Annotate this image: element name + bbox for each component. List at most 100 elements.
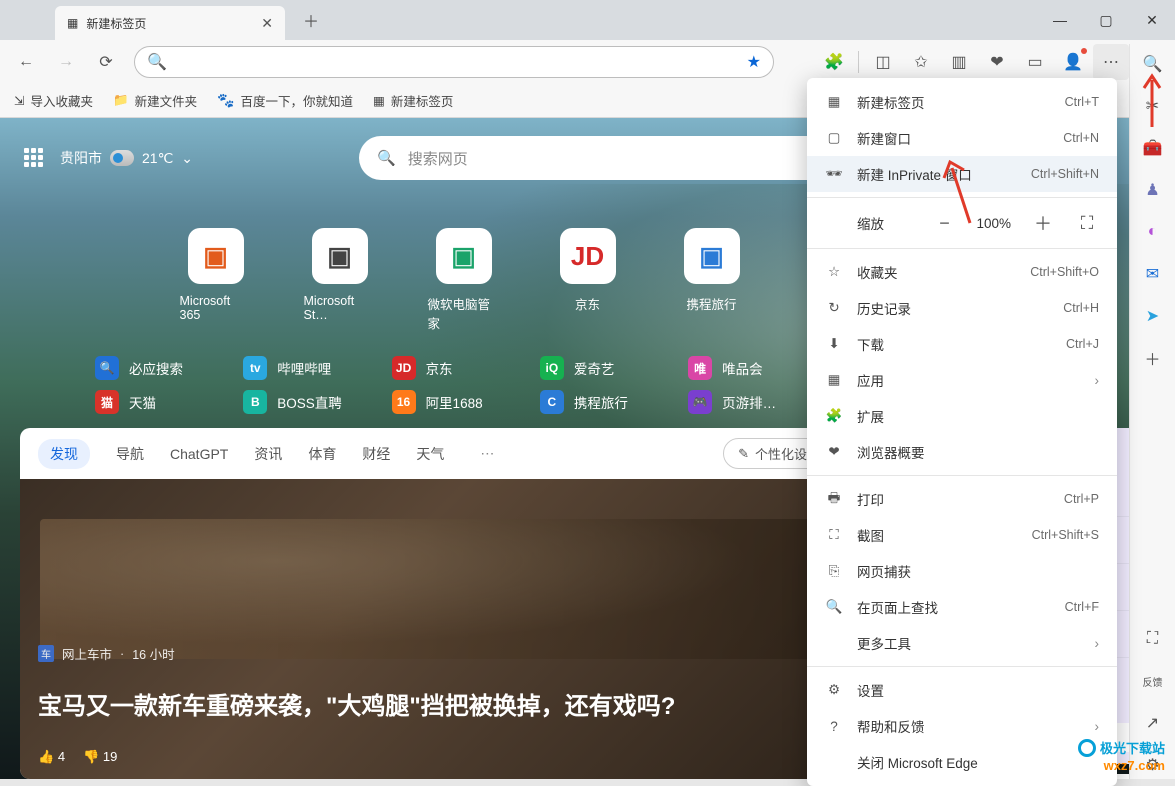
- menu-apps[interactable]: ▦应用›: [807, 362, 1117, 398]
- sidebar-telegram-icon[interactable]: ➤: [1139, 302, 1167, 330]
- refresh-button[interactable]: ⟳: [88, 44, 124, 80]
- newtab-icon: ▦: [825, 94, 843, 110]
- quick-link[interactable]: C携程旅行: [540, 390, 670, 414]
- bookmark-newtab[interactable]: ▦新建标签页: [373, 91, 453, 110]
- favorite-star-icon[interactable]: ★: [747, 52, 761, 72]
- dislike-button[interactable]: 👎 19: [83, 749, 117, 765]
- link-icon: B: [243, 390, 267, 414]
- import-favorites-button[interactable]: ⇲导入收藏夹: [14, 91, 93, 110]
- maximize-button[interactable]: ▢: [1083, 0, 1129, 40]
- fullscreen-button[interactable]: ⛶: [1075, 213, 1099, 234]
- article-time: 16 小时: [132, 644, 174, 663]
- address-bar[interactable]: 🔍 ★: [134, 46, 774, 78]
- menu-favorites[interactable]: ☆收藏夹Ctrl+Shift+O: [807, 254, 1117, 290]
- feed-tab[interactable]: 导航: [116, 444, 144, 464]
- menu-new-window[interactable]: ▢新建窗口Ctrl+N: [807, 120, 1117, 156]
- quick-link[interactable]: 🎮页游排…: [688, 390, 818, 414]
- weather-icon: [110, 150, 134, 166]
- source-icon: 车: [38, 645, 54, 662]
- collections-icon[interactable]: ▥: [941, 44, 977, 80]
- link-label: 唯品会: [722, 358, 763, 378]
- tile-icon: JD: [560, 228, 616, 284]
- menu-new-tab[interactable]: ▦新建标签页Ctrl+T: [807, 84, 1117, 120]
- annotation-arrow: [940, 158, 980, 228]
- sidebar-feedback-icon[interactable]: 反馈: [1139, 667, 1167, 695]
- feed-tab[interactable]: 体育: [308, 444, 336, 464]
- quick-tile[interactable]: ▣微软电脑管家: [428, 228, 500, 332]
- quick-link[interactable]: tv哔哩哔哩: [243, 356, 373, 380]
- zoom-in-button[interactable]: ＋: [1031, 210, 1055, 236]
- menu-browser-essentials[interactable]: ❤浏览器概要: [807, 434, 1117, 470]
- menu-screenshot[interactable]: ⛶截图Ctrl+Shift+S: [807, 517, 1117, 553]
- menu-settings[interactable]: ⚙设置: [807, 672, 1117, 708]
- like-button[interactable]: 👍 4: [38, 749, 65, 765]
- article-source: 网上车市: [62, 644, 112, 663]
- sidebar-external-icon[interactable]: ↗: [1139, 709, 1167, 737]
- quick-link[interactable]: 🔍必应搜索: [95, 356, 225, 380]
- tile-label: 京东: [575, 294, 600, 313]
- gear-icon: ⚙: [825, 682, 843, 698]
- favorites-icon[interactable]: ✩: [903, 44, 939, 80]
- sidebar-add-icon[interactable]: ＋: [1139, 344, 1167, 372]
- profile-avatar[interactable]: 👤: [1055, 44, 1091, 80]
- performance-icon[interactable]: ❤: [979, 44, 1015, 80]
- sidebar-games-icon[interactable]: ♟: [1139, 176, 1167, 204]
- menu-history[interactable]: ↻历史记录Ctrl+H: [807, 290, 1117, 326]
- menu-help[interactable]: ?帮助和反馈›: [807, 708, 1117, 744]
- quick-link[interactable]: 唯唯品会: [688, 356, 818, 380]
- close-window-button[interactable]: ✕: [1129, 0, 1175, 40]
- more-tabs-icon[interactable]: ⋯: [480, 445, 494, 462]
- menu-find[interactable]: 🔍在页面上查找Ctrl+F: [807, 589, 1117, 625]
- link-icon: iQ: [540, 356, 564, 380]
- quick-tile[interactable]: ▣Microsoft 365: [180, 228, 252, 332]
- menu-close-edge[interactable]: 关闭 Microsoft Edge: [807, 744, 1117, 780]
- feed-article-card[interactable]: 车 网上车市 · 16 小时 宝马又一款新车重磅来袭，"大鸡腿"挡把被换掉，还有…: [20, 479, 853, 779]
- back-button[interactable]: ←: [8, 44, 44, 80]
- quick-link[interactable]: B BOSS直聘: [243, 390, 373, 414]
- screenshot-icon: ⛶: [825, 527, 843, 543]
- annotation-arrow: [1137, 72, 1167, 132]
- quick-tile[interactable]: ▣携程旅行: [676, 228, 748, 332]
- quick-link[interactable]: JD京东: [392, 356, 522, 380]
- menu-extensions[interactable]: 🧩扩展: [807, 398, 1117, 434]
- menu-downloads[interactable]: ⬇下载Ctrl+J: [807, 326, 1117, 362]
- settings-menu-button[interactable]: ⋯: [1093, 44, 1129, 80]
- feed-tab[interactable]: 资讯: [254, 444, 282, 464]
- sidebar-copilot-icon[interactable]: ◐: [1139, 218, 1167, 246]
- feed-tab[interactable]: ChatGPT: [170, 446, 228, 462]
- split-screen-icon[interactable]: ◫: [865, 44, 901, 80]
- feed-tab[interactable]: 发现: [38, 439, 90, 469]
- menu-webcapture[interactable]: ⎘网页捕获: [807, 553, 1117, 589]
- mobile-icon[interactable]: ▭: [1017, 44, 1053, 80]
- menu-more-tools[interactable]: 更多工具›: [807, 625, 1117, 661]
- close-tab-icon[interactable]: ✕: [261, 15, 273, 32]
- link-label: BOSS直聘: [277, 392, 342, 412]
- apps-grid-icon[interactable]: [24, 148, 44, 168]
- link-icon: tv: [243, 356, 267, 380]
- page-icon: ▦: [67, 16, 78, 30]
- link-label: 必应搜索: [129, 358, 183, 378]
- quick-tile[interactable]: JD 京东: [552, 228, 624, 332]
- weather-location[interactable]: 贵阳市 21℃ ⌄: [60, 148, 193, 168]
- watermark-url: wxz7.com: [1078, 758, 1165, 773]
- quick-tile[interactable]: ▣Microsoft St…: [304, 228, 376, 332]
- feed-tab[interactable]: 财经: [362, 444, 390, 464]
- menu-print[interactable]: 🖶打印Ctrl+P: [807, 481, 1117, 517]
- chevron-right-icon: ›: [1095, 636, 1100, 651]
- bookmark-baidu[interactable]: 🐾百度一下，你就知道: [217, 91, 353, 110]
- link-icon: 🎮: [688, 390, 712, 414]
- sidebar-capture-icon[interactable]: ⛶: [1139, 625, 1167, 653]
- bookmark-folder[interactable]: 📁新建文件夹: [113, 91, 197, 110]
- web-search-input[interactable]: 🔍 搜索网页: [359, 136, 879, 180]
- browser-tab[interactable]: ▦ 新建标签页 ✕: [55, 6, 285, 40]
- extensions-icon[interactable]: 🧩: [816, 44, 852, 80]
- quick-link[interactable]: 猫天猫: [95, 390, 225, 414]
- quick-link[interactable]: iQ爱奇艺: [540, 356, 670, 380]
- minimize-button[interactable]: —: [1037, 0, 1083, 40]
- feed-tab[interactable]: 天气: [416, 444, 444, 464]
- sidebar-outlook-icon[interactable]: ✉: [1139, 260, 1167, 288]
- temperature: 21℃: [142, 150, 173, 167]
- quick-link[interactable]: 16阿里1688: [392, 390, 522, 414]
- new-tab-button[interactable]: ＋: [295, 4, 327, 36]
- sidebar-shopping-icon[interactable]: 🧰: [1139, 134, 1167, 162]
